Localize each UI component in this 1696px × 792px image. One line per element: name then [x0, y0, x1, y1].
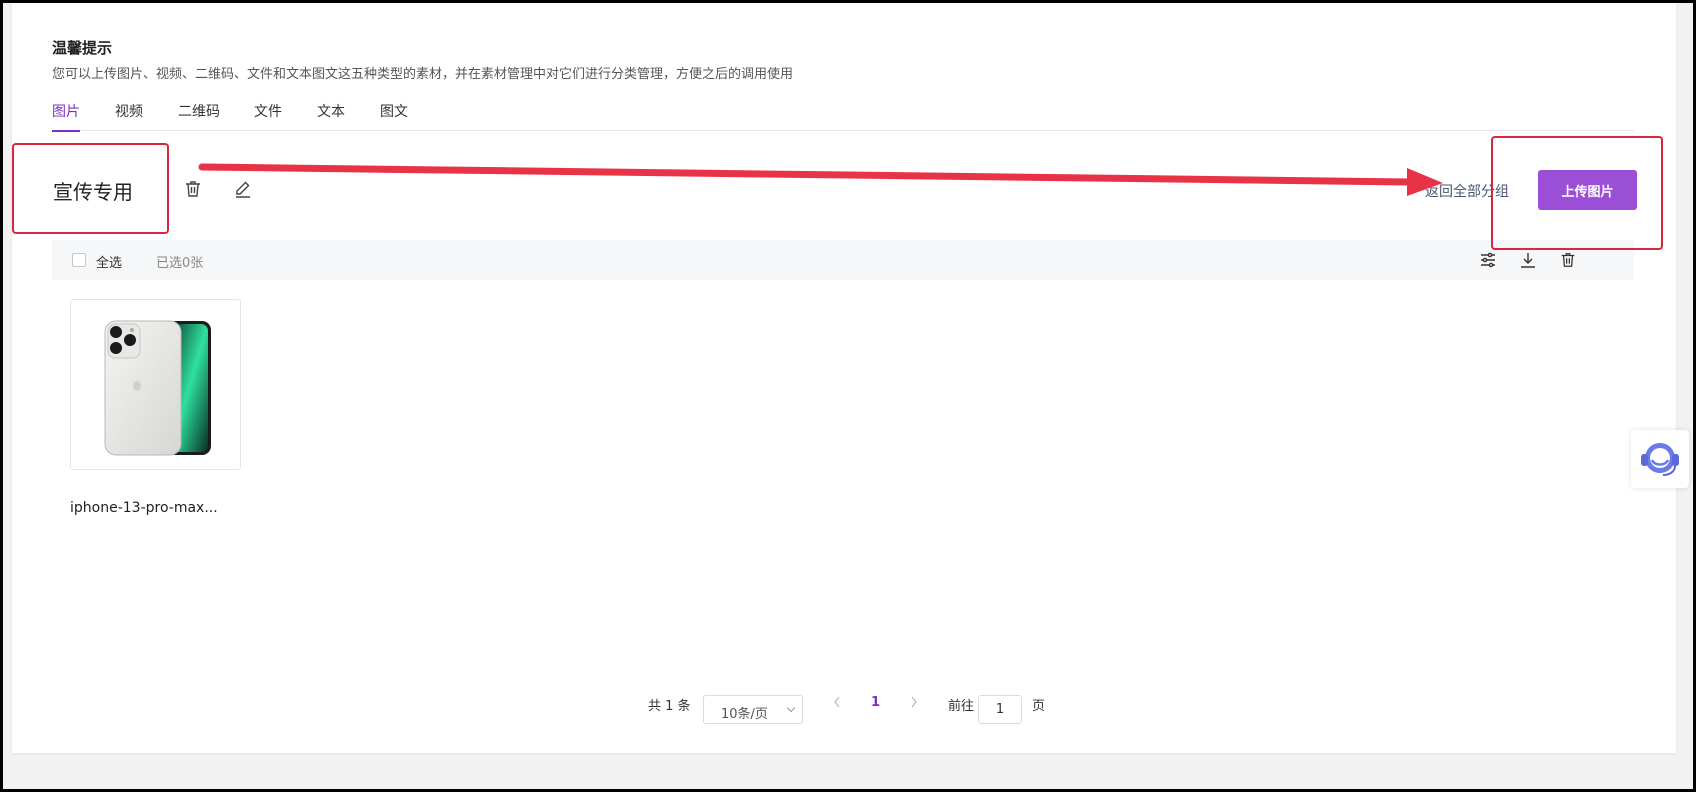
- annotation-arrow: [198, 163, 1443, 196]
- app-frame: 温馨提示 您可以上传图片、视频、二维码、文件和文本图文这五种类型的素材，并在素材…: [3, 3, 1693, 789]
- material-panel: 温馨提示 您可以上传图片、视频、二维码、文件和文本图文这五种类型的素材，并在素材…: [12, 3, 1676, 753]
- customer-service-icon: [1641, 443, 1679, 476]
- customer-service-button[interactable]: [1631, 430, 1689, 488]
